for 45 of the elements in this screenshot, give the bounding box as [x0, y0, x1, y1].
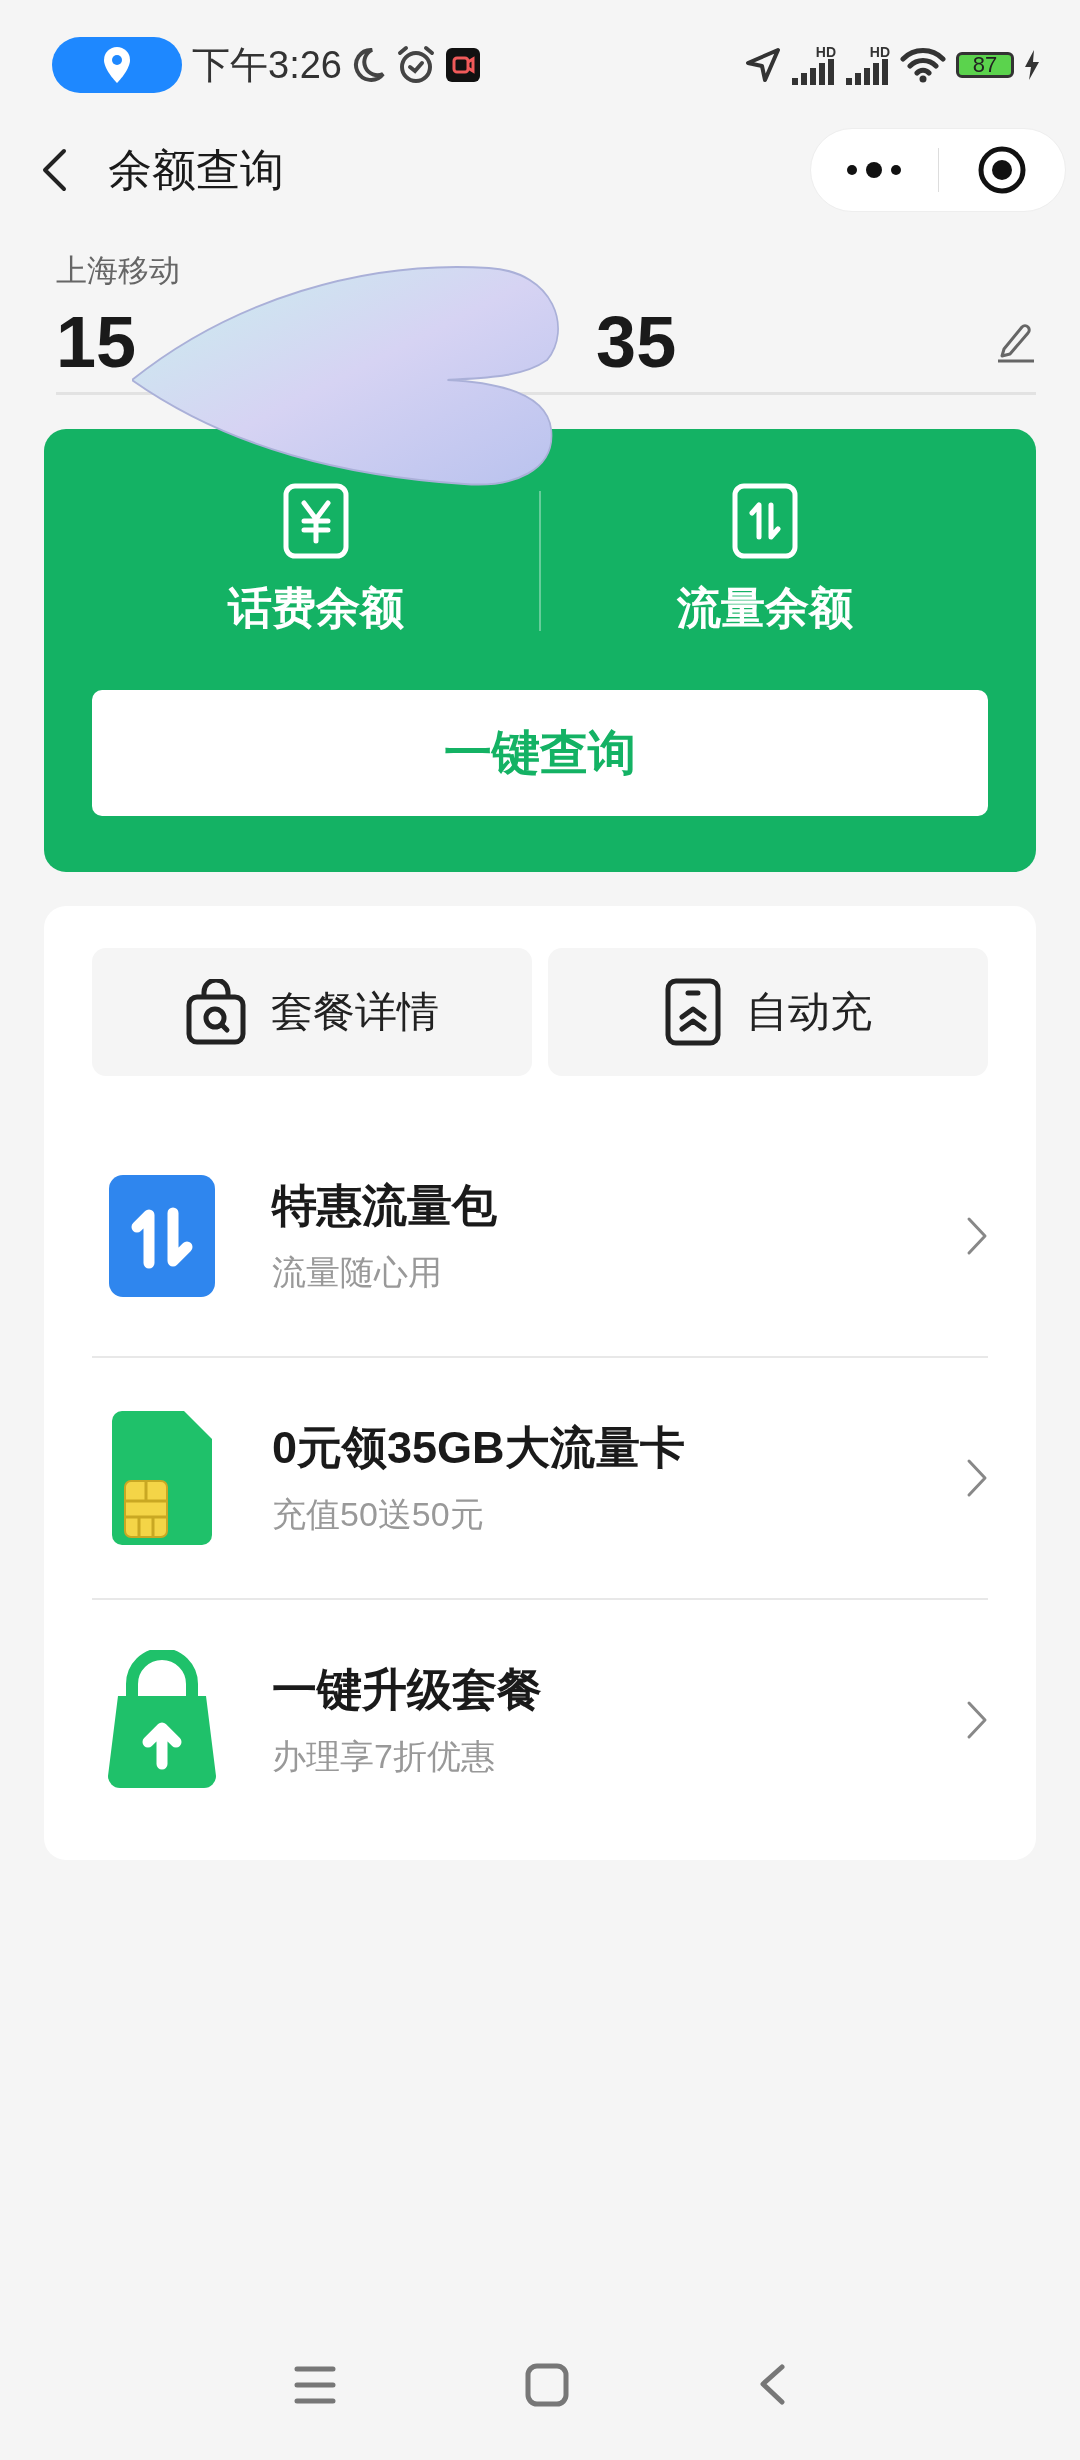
offer-title: 一键升级套餐	[272, 1663, 543, 1717]
offer-title: 0元领35GB大流量卡	[272, 1421, 686, 1475]
hd-label: HD	[869, 45, 890, 59]
location-pill[interactable]	[52, 37, 182, 93]
page-title: 余额查询	[108, 143, 284, 196]
alarm-clock-icon	[395, 45, 436, 85]
location-arrow-icon	[744, 46, 782, 84]
home-square-icon[interactable]	[525, 2363, 569, 2407]
status-time: 下午3:26	[192, 42, 342, 88]
chevron-right-icon	[966, 1216, 988, 1256]
quick-action-button[interactable]: 自动充	[548, 948, 988, 1076]
offer-subtitle: 充值50送50元	[272, 1494, 485, 1535]
offer-subtitle: 流量随心用	[272, 1252, 443, 1293]
screen-recorder-icon	[445, 48, 480, 82]
yuan-icon	[282, 483, 349, 559]
signal-icon	[792, 59, 836, 85]
location-pin-icon	[102, 45, 132, 85]
phone-number-start: 15	[56, 301, 137, 383]
wifi-icon	[900, 47, 946, 83]
hd-label: HD	[815, 45, 836, 59]
data-transfer-icon	[107, 1173, 217, 1299]
moon-icon	[351, 47, 386, 83]
back-nav-icon[interactable]	[757, 2364, 786, 2406]
offer-item[interactable]: 0元领35GB大流量卡 充值50送50元	[92, 1358, 988, 1600]
charging-bolt-icon	[1024, 50, 1040, 80]
shopping-bag-icon	[185, 979, 247, 1045]
offer-item[interactable]: 一键升级套餐 办理享7折优惠	[92, 1600, 988, 1840]
carrier-label: 上海移动	[56, 252, 181, 290]
offer-title: 特惠流量包	[272, 1179, 498, 1233]
chevron-right-icon	[966, 1700, 988, 1740]
signal-icon	[846, 59, 890, 85]
quick-action-button[interactable]: 套餐详情	[92, 948, 532, 1076]
edit-pencil-icon[interactable]	[996, 321, 1036, 363]
battery-level: 87	[956, 52, 1014, 78]
chevron-right-icon	[966, 1458, 988, 1498]
close-target-icon[interactable]	[976, 145, 1027, 195]
back-icon[interactable]	[40, 147, 68, 193]
sim-card-icon	[110, 1409, 214, 1547]
menu-icon[interactable]	[294, 2365, 337, 2405]
more-icon[interactable]	[846, 162, 903, 178]
offer-subtitle: 办理享7折优惠	[272, 1736, 496, 1777]
data-transfer-icon	[731, 483, 798, 559]
phone-number-end: 35	[596, 301, 677, 383]
card-chevrons-icon	[664, 977, 722, 1047]
offer-item[interactable]: 特惠流量包 流量随心用	[92, 1116, 988, 1358]
